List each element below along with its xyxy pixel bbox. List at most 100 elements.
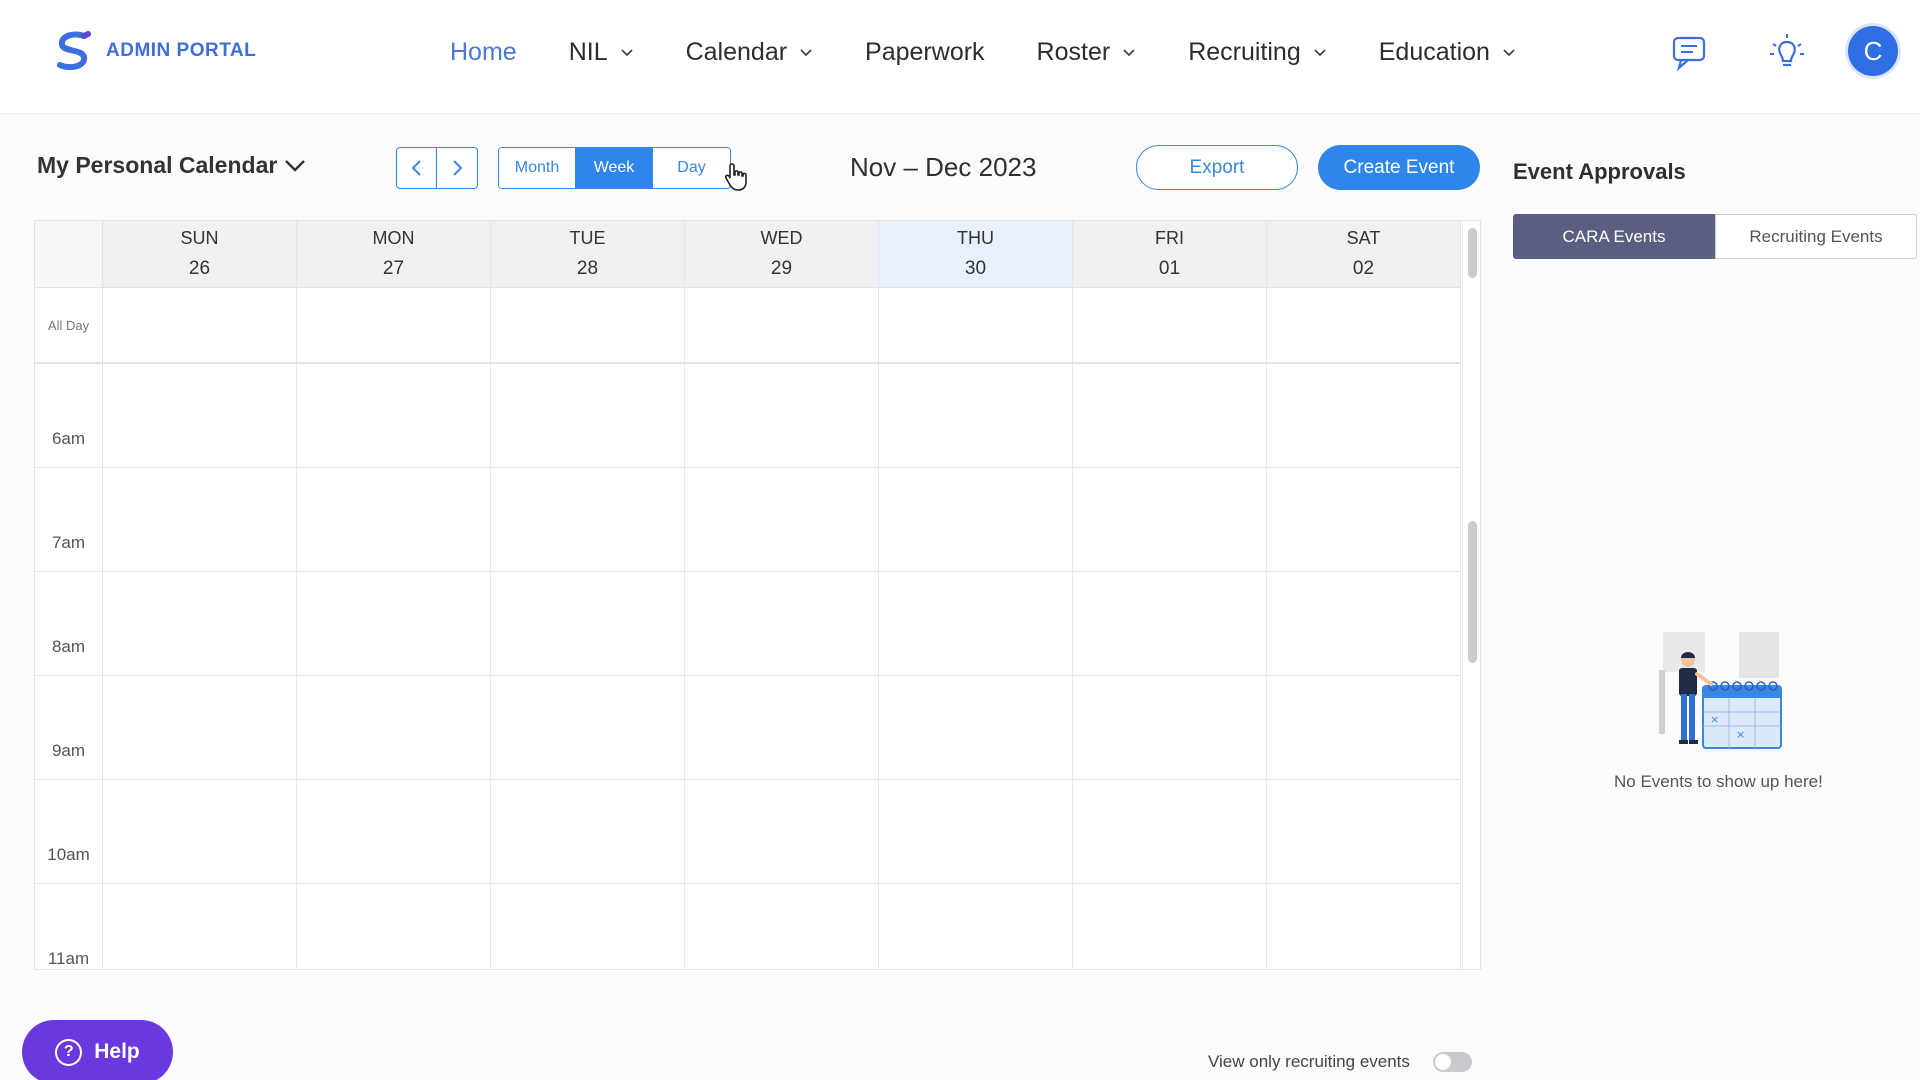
time-slot[interactable] (491, 676, 685, 779)
header-scroll-thumb[interactable] (1468, 228, 1477, 278)
export-button[interactable]: Export (1136, 145, 1298, 190)
time-slot[interactable] (1267, 676, 1461, 779)
time-slot[interactable] (1073, 572, 1267, 675)
question-icon: ? (55, 1038, 83, 1066)
time-slot[interactable] (103, 468, 297, 571)
all-day-cell[interactable] (879, 288, 1073, 362)
time-slot[interactable] (1073, 468, 1267, 571)
day-name: TUE (569, 228, 606, 248)
all-day-cell[interactable] (297, 288, 491, 362)
avatar[interactable]: C (1848, 26, 1898, 76)
day-header-wed[interactable]: WED 29 (685, 221, 879, 287)
time-slot[interactable] (1267, 468, 1461, 571)
all-day-cell[interactable] (1267, 288, 1461, 362)
time-slot[interactable] (1267, 364, 1461, 467)
time-slot[interactable] (297, 364, 491, 467)
next-button[interactable] (437, 147, 478, 189)
tab-cara-events[interactable]: CARA Events (1513, 214, 1715, 259)
nav-item-calendar[interactable]: Calendar (686, 38, 813, 67)
day-header-tue[interactable]: TUE 28 (491, 221, 685, 287)
time-slot[interactable] (103, 364, 297, 467)
grid-scroll-thumb[interactable] (1468, 521, 1477, 663)
time-slot[interactable] (1073, 884, 1267, 969)
nav-label: Home (450, 38, 517, 66)
chat-icon (1672, 36, 1706, 71)
nav-label: Roster (1036, 38, 1111, 66)
calendar-selector[interactable]: My Personal Calendar (37, 152, 307, 179)
time-slot[interactable] (685, 884, 879, 969)
create-event-button[interactable]: Create Event (1318, 145, 1480, 190)
time-slot[interactable] (879, 676, 1073, 779)
time-slot[interactable] (103, 676, 297, 779)
logo[interactable]: ADMIN PORTAL (54, 30, 256, 72)
day-header-mon[interactable]: MON 27 (297, 221, 491, 287)
nav-item-recruiting[interactable]: Recruiting (1188, 38, 1327, 67)
nav-item-paperwork[interactable]: Paperwork (865, 38, 985, 67)
lightbulb-button[interactable] (1764, 30, 1810, 76)
date-range: Nov – Dec 2023 (850, 152, 1037, 182)
recruiting-only-toggle[interactable] (1433, 1052, 1472, 1072)
day-header-sun[interactable]: SUN 26 (103, 221, 297, 287)
nav-item-home[interactable]: Home (450, 38, 517, 67)
day-header-fri[interactable]: FRI 01 (1073, 221, 1267, 287)
svg-text:×: × (1710, 713, 1719, 726)
nav-item-roster[interactable]: Roster (1037, 38, 1137, 67)
all-day-cell[interactable] (491, 288, 685, 362)
date-nav (396, 147, 478, 189)
time-slot[interactable] (1073, 676, 1267, 779)
time-slot[interactable] (297, 884, 491, 969)
time-slot[interactable] (491, 572, 685, 675)
all-day-cell[interactable] (1073, 288, 1267, 362)
chevron-down-icon (1123, 48, 1135, 56)
time-slot[interactable] (103, 884, 297, 969)
nav-label: Calendar (685, 38, 788, 66)
day-name: SAT (1346, 228, 1381, 248)
time-slot[interactable] (1267, 780, 1461, 883)
time-slot[interactable] (1267, 884, 1461, 969)
time-slot[interactable] (297, 780, 491, 883)
time-slot[interactable] (879, 780, 1073, 883)
time-slot[interactable] (491, 780, 685, 883)
time-slot[interactable] (491, 468, 685, 571)
time-slot[interactable] (1267, 572, 1461, 675)
all-day-cell[interactable] (685, 288, 879, 362)
chevron-down-icon (620, 48, 633, 56)
time-slot[interactable] (1073, 780, 1267, 883)
recruiting-toggle-label: View only recruiting events (1208, 1052, 1410, 1071)
time-slot[interactable] (685, 676, 879, 779)
view-month-button[interactable]: Month (499, 148, 576, 188)
time-slot[interactable] (297, 676, 491, 779)
all-day-cell[interactable] (103, 288, 297, 362)
tab-recruiting-events[interactable]: Recruiting Events (1715, 214, 1917, 259)
chat-button[interactable] (1667, 30, 1713, 76)
time-slot[interactable] (103, 780, 297, 883)
time-slot[interactable] (491, 364, 685, 467)
time-slot[interactable] (685, 468, 879, 571)
time-slot[interactable] (1073, 364, 1267, 467)
time-row: 7am (35, 468, 1461, 572)
time-slot[interactable] (879, 572, 1073, 675)
main-nav: Home NIL Calendar Paperwork Roster Recru… (450, 38, 1568, 67)
nav-item-education[interactable]: Education (1379, 38, 1516, 67)
view-week-button[interactable]: Week (576, 148, 653, 188)
time-slot[interactable] (685, 572, 879, 675)
time-slot[interactable] (879, 884, 1073, 969)
time-slot[interactable] (879, 364, 1073, 467)
time-slot[interactable] (103, 572, 297, 675)
prev-button[interactable] (396, 147, 437, 189)
day-header-thu[interactable]: THU 30 (879, 221, 1073, 287)
view-day-button[interactable]: Day (653, 148, 730, 188)
calendar-scrollbar[interactable] (1462, 221, 1480, 969)
time-slot[interactable] (685, 364, 879, 467)
calendar-name: My Personal Calendar (37, 152, 278, 178)
help-button[interactable]: ? Help (22, 1020, 173, 1080)
day-name: FRI (1155, 228, 1184, 248)
time-slot[interactable] (491, 884, 685, 969)
time-slot[interactable] (297, 468, 491, 571)
time-slot[interactable] (297, 572, 491, 675)
day-header-sat[interactable]: SAT 02 (1267, 221, 1461, 287)
time-slot[interactable] (685, 780, 879, 883)
time-slot[interactable] (879, 468, 1073, 571)
nav-item-nil[interactable]: NIL (569, 38, 634, 67)
toggle-knob (1435, 1054, 1451, 1070)
